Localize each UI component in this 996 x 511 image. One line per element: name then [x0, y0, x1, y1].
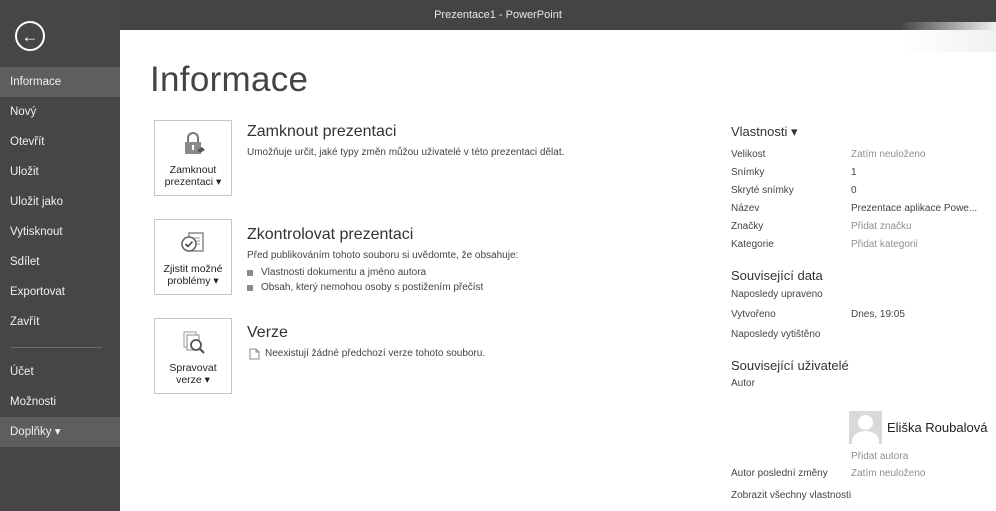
sidebar-divider: [0, 337, 120, 357]
back-arrow-icon[interactable]: ←: [15, 21, 45, 51]
show-all-properties-link[interactable]: Zobrazit všechny vlastnosti: [731, 490, 851, 501]
lock-icon: [185, 132, 205, 154]
sidebar-item-save-as[interactable]: Uložit jako: [0, 187, 120, 217]
last-modified-label: Autor poslední změny: [731, 468, 828, 479]
versions-description: Neexistují žádné předchozí verze tohoto …: [265, 348, 486, 359]
date-row: Vytvořeno Dnes, 19:05: [731, 304, 996, 326]
property-row: Kategorie Přidat kategorii: [731, 236, 996, 254]
property-row: Značky Přidat značku: [731, 218, 996, 236]
property-label: Kategorie: [731, 239, 774, 250]
related-dates-header: Související data: [731, 268, 823, 283]
last-modified-row: Autor poslední změny Zatím neuloženo: [731, 468, 996, 479]
sidebar-item-print[interactable]: Vytisknout: [0, 217, 120, 247]
protect-section: Zamknout prezentaci Umožňuje určit, jaké…: [247, 123, 687, 159]
last-modified-value: Zatím neuloženo: [851, 468, 926, 479]
sidebar-item-info[interactable]: Informace: [0, 67, 120, 97]
page-title: Informace: [150, 60, 309, 99]
property-label: Velikost: [731, 149, 766, 160]
sidebar-item-close[interactable]: Zavřít: [0, 307, 120, 337]
property-value: Zatím neuloženo: [851, 149, 926, 160]
author-entry[interactable]: Eliška Roubalová: [849, 411, 987, 444]
date-value: Dnes, 19:05: [851, 309, 905, 320]
protect-description: Umožňuje určit, jaké typy změn můžou uži…: [247, 147, 565, 158]
property-label: Název: [731, 203, 760, 214]
inspect-description: Před publikováním tohoto souboru si uvěd…: [247, 250, 519, 261]
inspect-bullet-item: Obsah, který nemohou osoby s postižením …: [247, 280, 687, 295]
date-label: Vytvořeno: [731, 309, 776, 320]
protect-presentation-button[interactable]: Zamknout prezentaci ▾: [154, 120, 232, 196]
inspect-heading: Zkontrolovat prezentaci: [247, 226, 414, 243]
manage-versions-button[interactable]: Spravovat verze ▾: [154, 318, 232, 394]
protect-button-label-line1: Zamknout: [169, 164, 217, 176]
versions-heading: Verze: [247, 324, 288, 341]
avatar: [849, 411, 882, 444]
manage-versions-icon: [183, 331, 205, 354]
add-tag-field[interactable]: Přidat značku: [851, 218, 912, 236]
property-label: Snímky: [731, 167, 765, 178]
sidebar-item-options[interactable]: Možnosti: [0, 387, 120, 417]
sidebar-item-new[interactable]: Nový: [0, 97, 120, 127]
property-row: Název Prezentace aplikace Powe...: [731, 200, 996, 218]
property-row: Velikost Zatím neuloženo: [731, 146, 996, 164]
property-value: 0: [851, 185, 857, 196]
author-label: Autor: [731, 378, 755, 389]
sidebar-item-export[interactable]: Exportovat: [0, 277, 120, 307]
window-title: Prezentace1 - PowerPoint: [434, 9, 562, 21]
document-icon: [249, 348, 260, 360]
date-label: Naposledy vytištěno: [731, 329, 821, 340]
versions-description-row: Neexistují žádné předchozí verze tohoto …: [247, 348, 687, 360]
sidebar-item-share[interactable]: Sdílet: [0, 247, 120, 277]
versions-button-label-line2: verze ▾: [176, 374, 210, 386]
sidebar-item-save[interactable]: Uložit: [0, 157, 120, 187]
author-row: Autor: [731, 375, 996, 393]
backstage-nav: Informace Nový Otevřít Uložit Uložit jak…: [0, 67, 120, 447]
versions-button-label-line1: Spravovat: [169, 362, 217, 374]
date-label: Naposledy upraveno: [731, 289, 823, 300]
inspect-button-label-line1: Zjistit možné: [163, 263, 223, 275]
related-people-header: Související uživatelé: [731, 358, 849, 373]
properties-panel: Vlastnosti ▾ Velikost Zatím neuloženo Sní…: [731, 124, 996, 393]
title-decoration: [900, 22, 996, 52]
inspect-bullet-item: Vlastnosti dokumentu a jméno autora: [247, 265, 687, 280]
sidebar-item-addins[interactable]: Doplňky ▾: [0, 417, 120, 447]
author-name: Eliška Roubalová: [887, 420, 988, 435]
inspect-bullet-list: Vlastnosti dokumentu a jméno autora Obsa…: [247, 265, 687, 295]
protect-button-label-line2: prezentaci ▾: [164, 176, 222, 188]
properties-header[interactable]: Vlastnosti ▾: [731, 124, 996, 140]
backstage-sidebar: ← Informace Nový Otevřít Uložit Uložit j…: [0, 0, 120, 511]
protect-heading: Zamknout prezentaci: [247, 123, 397, 140]
title-property-field[interactable]: Prezentace aplikace Powe...: [851, 200, 977, 218]
property-label: Značky: [731, 221, 764, 232]
add-category-field[interactable]: Přidat kategorii: [851, 236, 918, 254]
add-author-link[interactable]: Přidat autora: [851, 451, 908, 462]
inspect-section: Zkontrolovat prezentaci Před publikování…: [247, 226, 687, 295]
inspect-button-label-line2: problémy ▾: [167, 275, 219, 287]
versions-section: Verze Neexistují žádné předchozí verze t…: [247, 324, 687, 360]
property-row: Snímky 1: [731, 164, 996, 182]
sidebar-item-account[interactable]: Účet: [0, 357, 120, 387]
property-row: Skryté snímky 0: [731, 182, 996, 200]
sidebar-item-open[interactable]: Otevřít: [0, 127, 120, 157]
check-for-issues-button[interactable]: Zjistit možné problémy ▾: [154, 219, 232, 295]
property-label: Skryté snímky: [731, 185, 794, 196]
property-value: 1: [851, 167, 857, 178]
date-row: Naposledy vytištěno: [731, 326, 996, 344]
date-row: Naposledy upraveno: [731, 286, 996, 304]
title-bar: Prezentace1 - PowerPoint: [0, 0, 996, 30]
inspect-document-icon: [181, 232, 204, 252]
